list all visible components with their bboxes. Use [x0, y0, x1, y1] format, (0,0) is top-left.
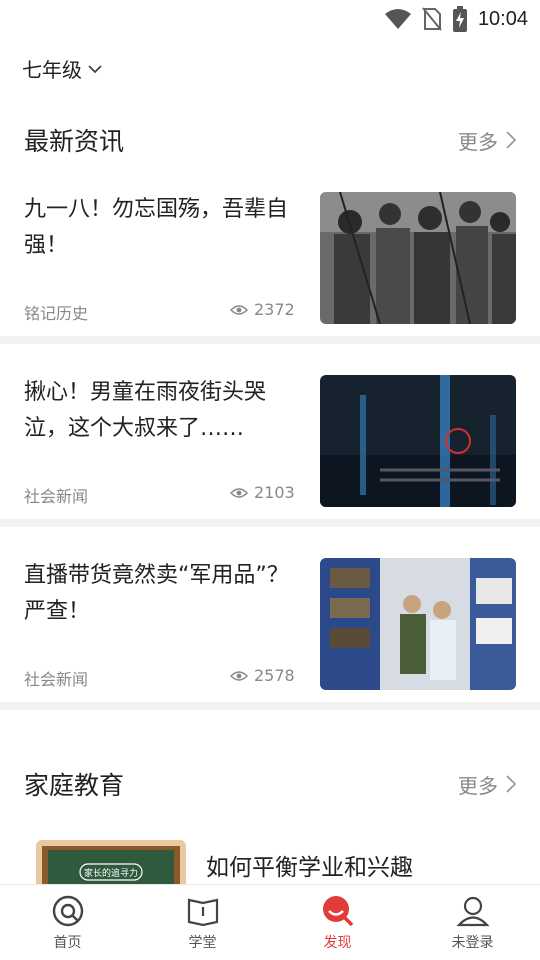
wifi-icon — [384, 9, 411, 29]
eye-icon — [230, 487, 248, 498]
view-count: 2578 — [230, 666, 295, 685]
news-title: 九一八！勿忘国殇，吾辈自强！ — [24, 197, 289, 258]
news-thumbnail — [320, 375, 516, 507]
tab-label: 发现 — [323, 934, 352, 951]
news-source: 社会新闻 — [24, 487, 89, 506]
section-title: 最新资讯 — [24, 127, 125, 156]
news-source: 社会新闻 — [24, 670, 89, 689]
grade-label: 七年级 — [22, 58, 82, 82]
view-count: 2372 — [230, 300, 295, 319]
news-source: 铭记历史 — [24, 304, 89, 323]
more-label: 更多 — [458, 129, 498, 154]
news-thumbnail — [320, 192, 516, 324]
home-icon — [52, 895, 83, 926]
book-icon — [187, 898, 218, 926]
user-icon — [455, 896, 490, 926]
status-icons: 10:04 — [384, 6, 528, 32]
latest-news-more-button[interactable]: 更多 — [458, 126, 516, 155]
chevron-right-icon — [506, 775, 516, 793]
grade-selector[interactable]: 七年级 — [22, 54, 102, 83]
tab-discover[interactable]: 发现 — [270, 885, 405, 960]
divider — [0, 702, 540, 710]
tab-label: 首页 — [53, 934, 82, 951]
thumbnail-caption: 家长的追寻力 — [84, 867, 138, 879]
news-title: 揪心！男童在雨夜街头哭泣，这个大叔来了…… — [24, 380, 267, 441]
status-bar: 10:04 — [0, 0, 540, 36]
more-label: 更多 — [458, 773, 498, 798]
news-title: 直播带货竟然卖“军用品”？严查！ — [24, 563, 289, 624]
chevron-right-icon — [506, 131, 516, 149]
view-count-value: 2372 — [254, 300, 295, 319]
tab-home[interactable]: 首页 — [0, 885, 135, 960]
eye-icon — [230, 304, 248, 315]
bottom-tab-bar: 首页 学堂 发现 未登录 — [0, 884, 540, 960]
latest-news-header: 最新资讯 更多 — [24, 122, 516, 158]
chevron-down-icon — [88, 64, 102, 73]
divider — [0, 336, 540, 344]
view-count: 2103 — [230, 483, 295, 502]
view-count-value: 2103 — [254, 483, 295, 502]
clock: 10:04 — [477, 7, 528, 30]
battery-charging-icon — [452, 6, 467, 32]
family-education-header: 家庭教育 更多 — [24, 766, 516, 802]
no-sim-icon — [422, 7, 442, 31]
family-education-more-button[interactable]: 更多 — [458, 770, 516, 799]
tab-label: 未登录 — [451, 934, 494, 951]
news-item[interactable]: 直播带货竟然卖“军用品”？严查！ 社会新闻 2578 — [0, 558, 540, 708]
news-item[interactable]: 九一八！勿忘国殇，吾辈自强！ 铭记历史 2372 — [0, 192, 540, 342]
eye-icon — [230, 670, 248, 681]
news-item[interactable]: 揪心！男童在雨夜街头哭泣，这个大叔来了…… 社会新闻 2103 — [0, 375, 540, 525]
news-thumbnail — [320, 558, 516, 690]
discover-icon — [322, 895, 353, 926]
family-article-title[interactable]: 如何平衡学业和兴趣 — [206, 848, 413, 882]
view-count-value: 2578 — [254, 666, 295, 685]
tab-login[interactable]: 未登录 — [405, 885, 540, 960]
divider — [0, 519, 540, 527]
tab-classroom[interactable]: 学堂 — [135, 885, 270, 960]
section-title: 家庭教育 — [24, 771, 125, 800]
tab-label: 学堂 — [188, 934, 217, 951]
